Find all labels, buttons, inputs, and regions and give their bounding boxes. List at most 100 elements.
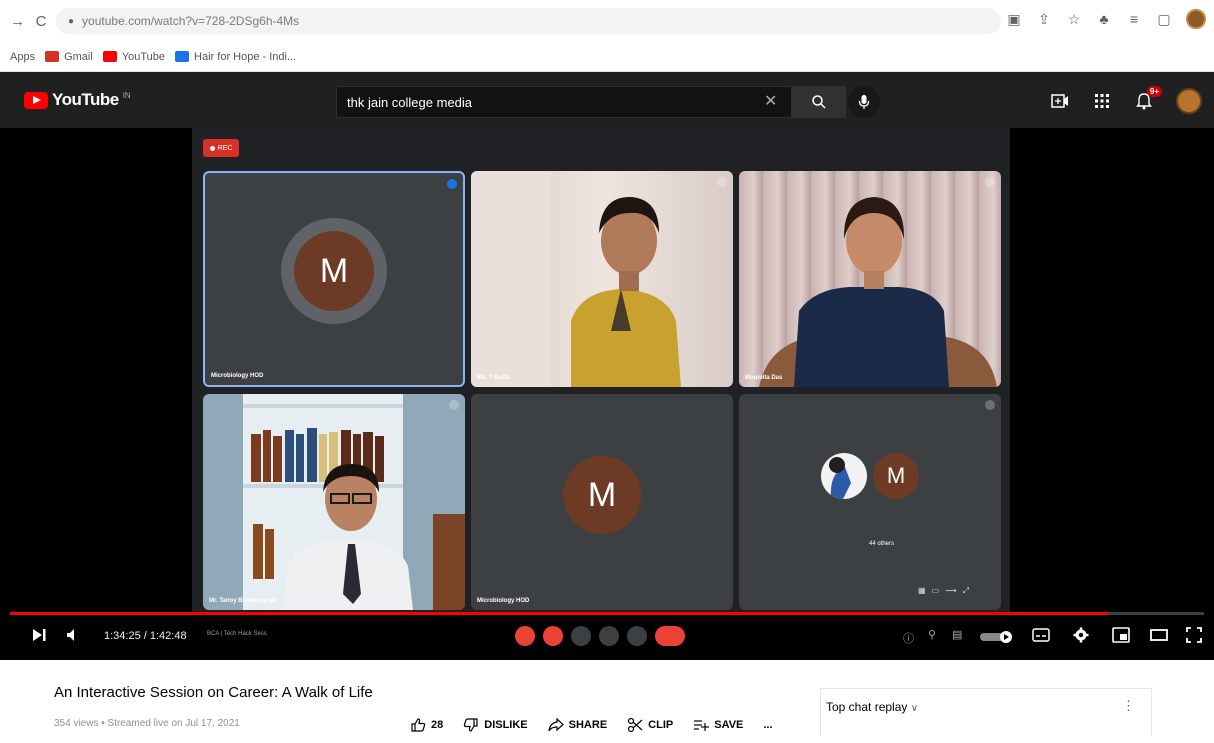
participant-tile: M [739, 394, 1001, 610]
gmail-icon [45, 51, 60, 62]
facebook-icon [175, 51, 190, 62]
autoplay-toggle[interactable] [980, 630, 1016, 644]
recording-badge: REC [203, 139, 239, 157]
info-icon: ⓘ [903, 633, 914, 645]
volume-icon[interactable] [66, 628, 80, 642]
settings-gear-icon[interactable] [1073, 627, 1089, 643]
search-icon [812, 95, 826, 109]
like-button[interactable]: 28 [410, 717, 443, 733]
people-icon: ⚲ [928, 629, 937, 641]
window-icon[interactable]: ▢ [1156, 11, 1172, 28]
video-title: An Interactive Session on Career: A Walk… [54, 684, 373, 701]
reload-icon[interactable]: C [34, 13, 48, 30]
theater-mode-icon[interactable] [1150, 628, 1168, 642]
chat-menu-icon[interactable]: ⋮ [1122, 698, 1135, 714]
expand-icon[interactable]: ⤢ [963, 586, 969, 596]
participant-tile: Mr. Tanoy Bhattacharya [203, 394, 465, 610]
share-icon [548, 717, 564, 732]
avatar: M [294, 231, 374, 311]
participant-video [759, 197, 997, 387]
chevron-down-icon: ∨ [910, 703, 919, 714]
subtitles-icon[interactable] [1032, 628, 1050, 642]
participant-tile: Moumita Das [739, 171, 1001, 387]
clear-search-icon[interactable]: ✕ [764, 91, 777, 111]
youtube-play-icon [24, 91, 48, 109]
record-dot-icon [209, 145, 215, 151]
youtube-icon [102, 51, 117, 62]
thumbs-down-icon [464, 718, 478, 732]
fullscreen-icon[interactable] [1186, 627, 1202, 643]
tile-controls: ▦ ▭ ⟿ ⤢ [918, 586, 969, 596]
more-options-icon [985, 400, 995, 410]
share-page-icon[interactable]: ⇪ [1036, 11, 1052, 28]
header-actions: 9+ [1050, 86, 1202, 114]
raise-hand-icon [571, 626, 591, 646]
participant-tile: M Microbiology HOD [203, 171, 465, 387]
playlist-add-icon [694, 720, 710, 731]
scissors-icon [628, 717, 643, 733]
next-icon[interactable] [32, 628, 46, 642]
caption-icon[interactable]: ▭ [932, 586, 940, 596]
more-actions-button[interactable]: ... [763, 719, 772, 731]
bookmark-hair-for-hope[interactable]: Hair for Hope - Indi... [175, 51, 296, 63]
notification-count: 9+ [1146, 86, 1162, 97]
chapter-label: BCA | Tech Hack Sess [207, 631, 267, 637]
meet-control-bar [515, 626, 685, 646]
apps-grid-icon[interactable] [1092, 91, 1112, 111]
bookmark-apps[interactable]: Apps [10, 51, 35, 63]
participant-name: Moumita Das [745, 375, 783, 381]
participant-name: Ms. T Dutta [477, 375, 510, 381]
pin-icon[interactable]: ⟿ [945, 586, 956, 596]
address-bar[interactable]: ● youtube.com/watch?v=728-2DSg6h-4Ms [56, 8, 1001, 34]
grid-view-icon[interactable]: ▦ [918, 586, 926, 596]
user-avatar[interactable] [1176, 88, 1202, 114]
search-button[interactable] [792, 86, 846, 118]
video-meta: 354 views • Streamed live on Jul 17, 202… [54, 718, 240, 729]
mic-icon [858, 95, 870, 109]
time-display: 1:34:25 / 1:42:48 [104, 630, 187, 642]
bookmark-star-icon[interactable]: ☆ [1066, 11, 1082, 28]
more-icon [627, 626, 647, 646]
bookmark-youtube[interactable]: YouTube [102, 51, 165, 63]
end-call-icon [655, 626, 685, 646]
url-text: youtube.com/watch?v=728-2DSg6h-4Ms [82, 14, 300, 28]
camera-off-icon [543, 626, 563, 646]
browser-actions: ▣ ⇪ ☆ ♣ ≡ ▢ [1006, 9, 1206, 29]
participant-video [243, 394, 465, 610]
chat-replay-dropdown[interactable]: Top chat replay ∨ [826, 700, 918, 714]
dislike-button[interactable]: DISLIKE [463, 717, 528, 733]
bookmarks-bar: Apps Gmail YouTube Hair for Hope - Indi.… [0, 42, 1214, 72]
create-video-icon[interactable] [1050, 91, 1070, 111]
notifications-bell-icon[interactable]: 9+ [1134, 86, 1162, 111]
save-button[interactable]: SAVE [693, 717, 743, 733]
avatar: M [563, 456, 641, 534]
participant-name: Microbiology HOD [211, 373, 264, 379]
thumbs-up-icon [411, 718, 426, 732]
bookmark-gmail[interactable]: Gmail [45, 51, 93, 63]
voice-search-button[interactable] [848, 86, 880, 118]
profile-avatar[interactable] [1186, 9, 1206, 29]
back-icon[interactable]: → [10, 13, 25, 30]
participant-name: Microbiology HOD [477, 598, 530, 604]
participant-tile: Ms. T Dutta [471, 171, 733, 387]
avatar [821, 453, 867, 499]
chat-icon: ▤ [952, 629, 963, 641]
progress-fill [10, 612, 1109, 615]
participant-name: Mr. Tanoy Bhattacharya [209, 598, 277, 604]
clip-button[interactable]: CLIP [627, 717, 673, 733]
avatar: M [873, 453, 919, 499]
miniplayer-icon[interactable] [1112, 627, 1130, 643]
youtube-logo[interactable]: YouTube IN [24, 90, 131, 110]
present-icon [599, 626, 619, 646]
participant-tile: M Microbiology HOD [471, 394, 733, 610]
reading-list-icon[interactable]: ≡ [1126, 11, 1142, 27]
others-count: 44 others [869, 541, 895, 547]
share-button[interactable]: SHARE [548, 717, 607, 733]
speaking-indicator-icon [447, 179, 457, 189]
video-progress-bar[interactable] [10, 612, 1204, 615]
cast-icon[interactable]: ▣ [1006, 11, 1022, 28]
search-input[interactable]: thk jain college media [336, 86, 792, 118]
mic-off-icon [515, 626, 535, 646]
extension-icon[interactable]: ♣ [1096, 11, 1112, 27]
lock-icon: ● [68, 15, 75, 27]
